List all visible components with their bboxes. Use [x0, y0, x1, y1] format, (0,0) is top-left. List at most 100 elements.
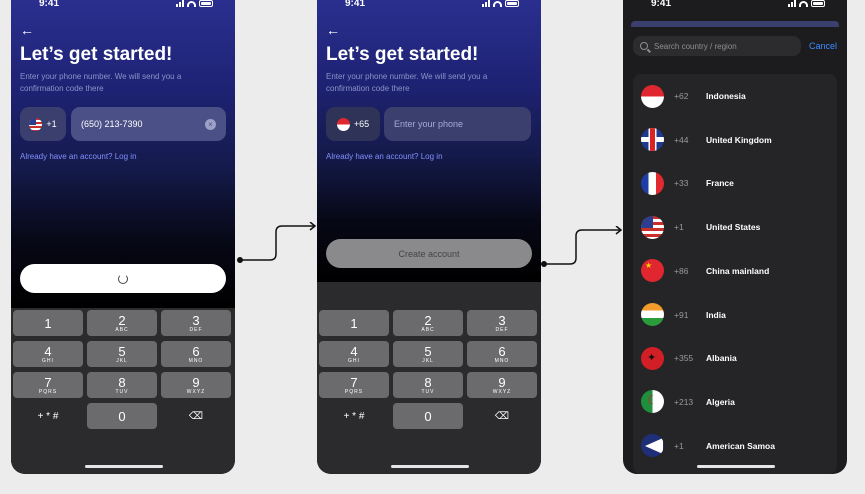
- country-dial-code: +1: [674, 222, 684, 233]
- key-letters: JKL: [422, 357, 434, 364]
- key-letters: PQRS: [344, 388, 364, 395]
- key-digit: 2: [118, 312, 126, 328]
- id-flag-icon: [641, 84, 664, 108]
- key-9[interactable]: 9 WXYZ: [467, 372, 537, 398]
- key-0[interactable]: 0: [393, 403, 463, 429]
- key-1[interactable]: 1: [319, 310, 389, 336]
- country-list: +62 Indonesia +44 United Kingdom +33 France +1…: [633, 74, 837, 474]
- in-flag-icon: [641, 303, 664, 326]
- country-name: Albania: [706, 353, 737, 364]
- key-digit: 9: [498, 374, 506, 390]
- al-flag-icon: [641, 346, 664, 370]
- key-symbols[interactable]: + * #: [319, 403, 389, 429]
- country-search-input[interactable]: Search country / region: [633, 36, 801, 56]
- country-row[interactable]: +44 United Kingdom: [633, 118, 837, 162]
- country-row[interactable]: +33 France: [633, 161, 837, 205]
- wifi-icon: [799, 0, 808, 7]
- login-link[interactable]: Already have an account? Log in: [20, 152, 137, 161]
- flow-start-dot: [237, 257, 243, 263]
- key-7[interactable]: 7 PQRS: [319, 372, 389, 398]
- key-letters: JKL: [116, 357, 128, 364]
- home-indicator: [697, 465, 775, 468]
- key-8[interactable]: 8 TUV: [393, 372, 463, 398]
- clear-icon[interactable]: ×: [205, 118, 216, 130]
- page-subtitle: Enter your phone number. We will send yo…: [20, 72, 182, 93]
- key-digit: 3: [498, 312, 506, 328]
- key-letters: GHI: [42, 357, 54, 364]
- key-0[interactable]: 0: [87, 403, 157, 429]
- key-letters: WXYZ: [186, 388, 206, 395]
- country-dial-code: +1: [674, 440, 684, 451]
- search-icon: [640, 42, 648, 50]
- key-5[interactable]: 5 JKL: [393, 341, 463, 367]
- key-letters: MNO: [494, 357, 510, 364]
- phone-number-input[interactable]: (650) 213-7390 ×: [71, 107, 226, 141]
- signal-icon: [482, 0, 490, 7]
- key-8[interactable]: 8 TUV: [87, 372, 157, 398]
- phone-number-value: (650) 213-7390: [81, 119, 143, 129]
- key-digit: 3: [192, 312, 200, 328]
- country-row[interactable]: +62 Indonesia: [633, 74, 837, 118]
- country-row[interactable]: +1 United States: [633, 205, 837, 249]
- continue-button-loading[interactable]: [20, 264, 226, 293]
- page-title: Let’s get started!: [20, 44, 173, 65]
- country-row[interactable]: +1 American Samoa: [633, 424, 837, 468]
- create-account-button[interactable]: Create account: [326, 239, 532, 268]
- home-indicator: [85, 465, 163, 468]
- key-digit: 0: [424, 408, 432, 424]
- country-code-label: +1: [46, 119, 57, 129]
- key-digit: 2: [424, 312, 432, 328]
- country-name: Algeria: [706, 396, 735, 407]
- country-dial-code: +91: [674, 309, 689, 320]
- cancel-button[interactable]: Cancel: [809, 41, 837, 51]
- country-row[interactable]: +355 Albania: [633, 336, 837, 380]
- status-time: 9:41: [651, 0, 672, 9]
- login-link[interactable]: Already have an account? Log in: [326, 152, 443, 161]
- key-digit: 1: [44, 315, 52, 331]
- key-2[interactable]: 2 ABC: [87, 310, 157, 336]
- backspace-icon: ⌫: [494, 410, 510, 422]
- key-letters: TUV: [421, 388, 435, 395]
- key-letters: DEF: [189, 326, 203, 333]
- wifi-icon: [493, 0, 502, 7]
- signal-icon: [176, 0, 184, 7]
- country-code-selector[interactable]: +1: [20, 107, 66, 141]
- country-row[interactable]: +86 China mainland: [633, 249, 837, 293]
- key-symbols-label: + * #: [37, 410, 59, 422]
- key-3[interactable]: 3 DEF: [161, 310, 231, 336]
- country-row[interactable]: +213 Algeria: [633, 380, 837, 424]
- page-subtitle: Enter your phone number. We will send yo…: [326, 72, 488, 93]
- home-indicator: [391, 465, 469, 468]
- singapore-flag-icon: [336, 117, 350, 131]
- key-digit: 5: [424, 343, 432, 359]
- key-5[interactable]: 5 JKL: [87, 341, 157, 367]
- key-7[interactable]: 7 PQRS: [13, 372, 83, 398]
- key-6[interactable]: 6 MNO: [161, 341, 231, 367]
- back-arrow-icon[interactable]: ←: [20, 22, 34, 38]
- numeric-keypad: 1 2 ABC 3 DEF 4 GHI 5 JKL 6 MNO 7 PQRS 8 TUV 9 WXYZ + * #…: [317, 282, 541, 474]
- phone-screen-enter-number: 9:41 ← Let’s get started! Enter your pho…: [11, 0, 235, 474]
- battery-icon: [811, 0, 825, 7]
- us-flag-icon: [641, 215, 664, 239]
- key-9[interactable]: 9 WXYZ: [161, 372, 231, 398]
- country-name: American Samoa: [706, 440, 775, 451]
- backspace-key[interactable]: ⌫: [161, 403, 231, 429]
- phone-screen-empty-number: 9:41 ← Let’s get started! Enter your pho…: [317, 0, 541, 474]
- country-row[interactable]: +91 India: [633, 293, 837, 337]
- key-4[interactable]: 4 GHI: [319, 341, 389, 367]
- phone-number-input[interactable]: Enter your phone: [384, 107, 531, 141]
- country-name: United Kingdom: [706, 134, 772, 145]
- back-arrow-icon[interactable]: ←: [326, 22, 340, 38]
- key-6[interactable]: 6 MNO: [467, 341, 537, 367]
- country-dial-code: +86: [674, 265, 689, 276]
- country-code-selector[interactable]: +65: [326, 107, 380, 141]
- key-1[interactable]: 1: [13, 310, 83, 336]
- key-2[interactable]: 2 ABC: [393, 310, 463, 336]
- key-digit: 5: [118, 343, 126, 359]
- key-3[interactable]: 3 DEF: [467, 310, 537, 336]
- backspace-key[interactable]: ⌫: [467, 403, 537, 429]
- key-symbols[interactable]: + * #: [13, 403, 83, 429]
- key-letters: ABC: [421, 326, 435, 333]
- key-4[interactable]: 4 GHI: [13, 341, 83, 367]
- country-name: Indonesia: [706, 91, 746, 101]
